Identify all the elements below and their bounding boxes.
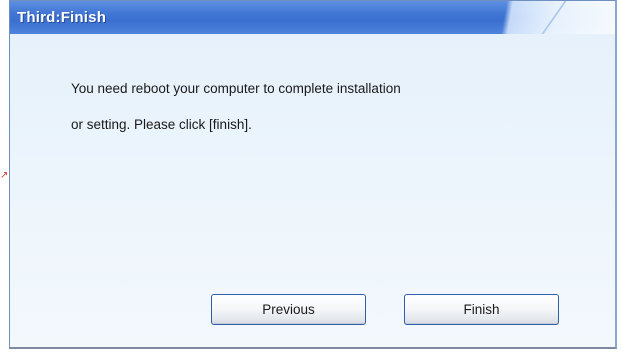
title-bar[interactable]: Third:Finish (10, 1, 615, 34)
arrow-marker-icon: ↗ (0, 170, 9, 181)
message-line-1: You need reboot your computer to complet… (71, 81, 401, 96)
finish-button[interactable]: Finish (404, 294, 559, 325)
screen: ↗ Third:Finish You need reboot your comp… (0, 0, 621, 354)
dialog-title: Third:Finish (17, 9, 107, 26)
message-line-2: or setting. Please click [finish]. (71, 117, 252, 132)
instruction-message: You need reboot your computer to complet… (71, 71, 571, 143)
finish-dialog: Third:Finish You need reboot your comput… (9, 0, 617, 349)
title-bar-decoration (435, 1, 615, 34)
previous-button[interactable]: Previous (211, 294, 366, 325)
